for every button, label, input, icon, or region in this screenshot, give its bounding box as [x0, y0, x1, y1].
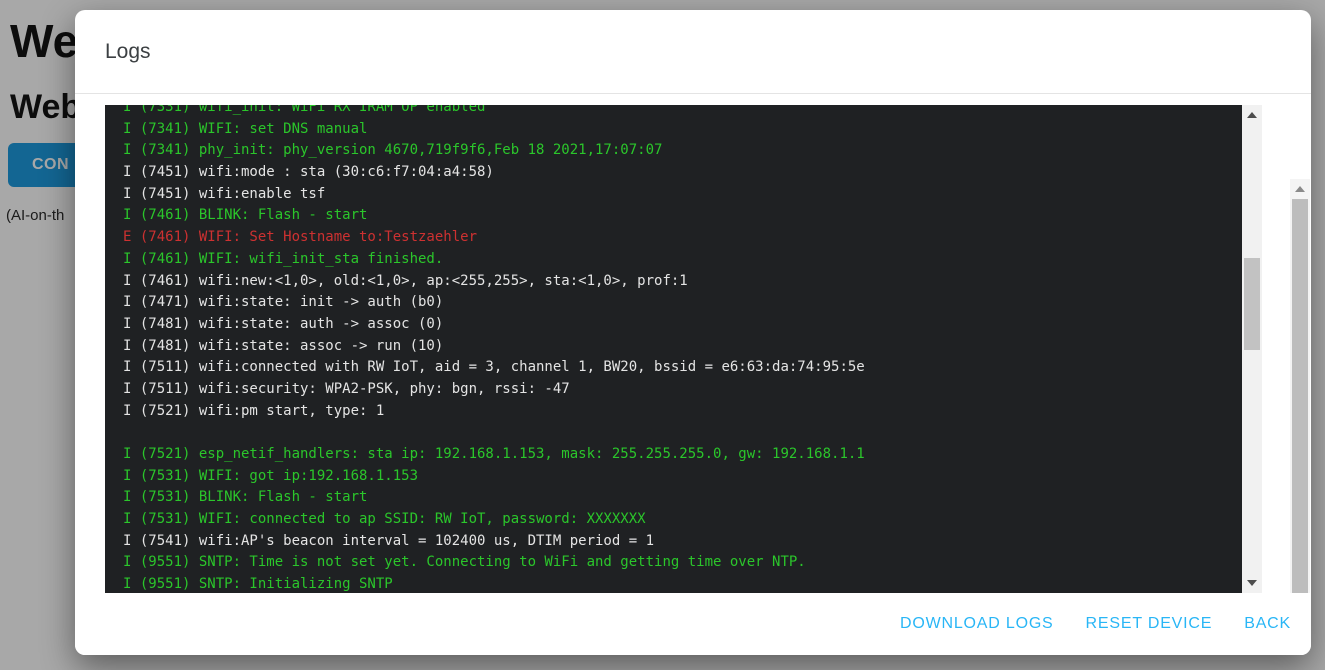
log-line: E (7461) WIFI: Set Hostname to:Testzaehl…: [123, 227, 1242, 249]
modal-scrollbar-thumb[interactable]: [1292, 199, 1308, 595]
log-output: I (7331) wifi_init: WiFi RX IRAM OP enab…: [105, 105, 1242, 593]
log-console[interactable]: I (7331) wifi_init: WiFi RX IRAM OP enab…: [105, 105, 1262, 593]
scroll-up-icon[interactable]: [1290, 179, 1310, 199]
log-line: I (7481) wifi:state: auth -> assoc (0): [123, 314, 1242, 336]
logs-modal: Logs I (7331) wifi_init: WiFi RX IRAM OP…: [75, 10, 1311, 655]
modal-header: Logs: [75, 10, 1311, 94]
log-line: I (9551) SNTP: Initializing SNTP: [123, 574, 1242, 593]
log-line: I (7461) WIFI: wifi_init_sta finished.: [123, 249, 1242, 271]
log-line: I (9551) SNTP: Time is not set yet. Conn…: [123, 552, 1242, 574]
log-line: I (7531) WIFI: connected to ap SSID: RW …: [123, 509, 1242, 531]
log-line: I (7481) wifi:state: assoc -> run (10): [123, 336, 1242, 358]
log-scrollbar[interactable]: [1242, 105, 1262, 593]
log-line: I (7451) wifi:mode : sta (30:c6:f7:04:a4…: [123, 162, 1242, 184]
log-line: [123, 422, 1242, 444]
back-button[interactable]: BACK: [1244, 615, 1291, 633]
download-logs-button[interactable]: DOWNLOAD LOGS: [900, 615, 1054, 633]
screen: We Web CON (AI-on-th Logs I (7331) wifi_…: [0, 0, 1325, 670]
log-line: I (7531) WIFI: got ip:192.168.1.153: [123, 466, 1242, 488]
log-line: I (7471) wifi:state: init -> auth (b0): [123, 292, 1242, 314]
modal-scrollbar[interactable]: [1290, 179, 1310, 655]
modal-title: Logs: [105, 40, 151, 64]
log-line: I (7521) esp_netif_handlers: sta ip: 192…: [123, 444, 1242, 466]
log-line: I (7511) wifi:security: WPA2-PSK, phy: b…: [123, 379, 1242, 401]
log-line: I (7511) wifi:connected with RW IoT, aid…: [123, 357, 1242, 379]
reset-device-button[interactable]: RESET DEVICE: [1086, 615, 1213, 633]
log-line: I (7331) wifi_init: WiFi RX IRAM OP enab…: [123, 105, 1242, 119]
modal-footer: DOWNLOAD LOGS RESET DEVICE BACK: [75, 593, 1311, 655]
log-line: I (7521) wifi:pm start, type: 1: [123, 401, 1242, 423]
log-line: I (7531) BLINK: Flash - start: [123, 487, 1242, 509]
scroll-up-icon[interactable]: [1242, 105, 1262, 125]
scroll-down-icon[interactable]: [1242, 573, 1262, 593]
log-line: I (7461) BLINK: Flash - start: [123, 205, 1242, 227]
log-line: I (7451) wifi:enable tsf: [123, 184, 1242, 206]
log-scrollbar-thumb[interactable]: [1244, 258, 1260, 350]
log-line: I (7461) wifi:new:<1,0>, old:<1,0>, ap:<…: [123, 271, 1242, 293]
modal-body: I (7331) wifi_init: WiFi RX IRAM OP enab…: [75, 95, 1311, 593]
log-line: I (7341) WIFI: set DNS manual: [123, 119, 1242, 141]
log-line: I (7341) phy_init: phy_version 4670,719f…: [123, 140, 1242, 162]
log-line: I (7541) wifi:AP's beacon interval = 102…: [123, 531, 1242, 553]
